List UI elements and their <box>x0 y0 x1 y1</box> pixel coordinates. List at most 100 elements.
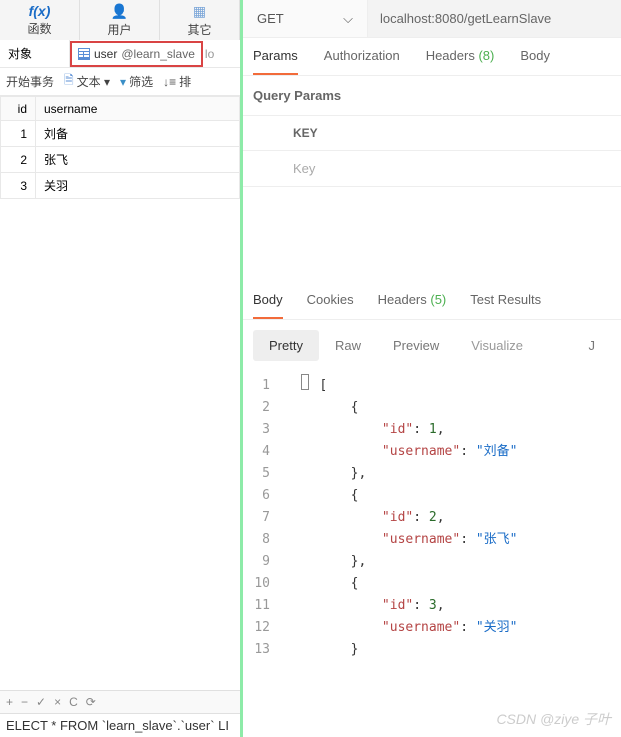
text-cursor <box>301 374 309 390</box>
code-content: { <box>288 485 358 507</box>
table-name: user <box>94 47 117 61</box>
sql-status-bar: +−✓ × C ⟳ ELECT * FROM `learn_slave`.`user`… <box>0 690 240 737</box>
tab-users[interactable]: 👤 用户 <box>80 0 160 40</box>
code-line: 5 }, <box>243 463 621 485</box>
tab-users-label: 用户 <box>107 21 131 38</box>
code-line: 3 "id": 1, <box>243 419 621 441</box>
cell-id[interactable]: 1 <box>1 121 36 147</box>
resp-tab-cookies[interactable]: Cookies <box>307 292 354 319</box>
filter-button[interactable]: ▾ 筛选 <box>120 73 153 90</box>
col-header-id[interactable]: id <box>1 97 36 121</box>
line-number: 9 <box>243 551 288 573</box>
view-mode-tabs: Pretty Raw Preview Visualize J <box>243 320 621 371</box>
line-number: 13 <box>243 639 288 661</box>
line-number: 1 <box>243 375 288 397</box>
grid-icon: ▦ <box>193 3 206 20</box>
code-content: }, <box>288 463 366 485</box>
url-input[interactable]: localhost:8080/getLearnSlave <box>368 0 621 37</box>
text-label: 文本 ▾ <box>77 73 110 90</box>
table-row[interactable]: 1刘备 <box>1 121 240 147</box>
sql-action-icon[interactable]: × <box>54 695 61 709</box>
document-icon: 🗎 <box>64 71 74 92</box>
cell-id[interactable]: 3 <box>1 173 36 199</box>
line-number: 2 <box>243 397 288 419</box>
cell-username[interactable]: 张飞 <box>36 147 240 173</box>
headers-label: Headers <box>426 48 475 63</box>
table-row[interactable]: 2张飞 <box>1 147 240 173</box>
sql-action-icon[interactable]: ⟳ <box>86 695 96 709</box>
code-line: 6 { <box>243 485 621 507</box>
view-json-format[interactable]: J <box>573 330 612 361</box>
cell-id[interactable]: 2 <box>1 147 36 173</box>
resp-tab-body[interactable]: Body <box>253 292 283 319</box>
resp-headers-count: (5) <box>430 292 446 307</box>
resp-tab-headers[interactable]: Headers (5) <box>378 292 447 319</box>
text-mode-button[interactable]: 🗎 文本 ▾ <box>64 71 110 92</box>
sort-icon: ↓≡ <box>163 75 176 89</box>
code-line: 4 "username": "刘备" <box>243 441 621 463</box>
code-content: }, <box>288 551 366 573</box>
code-content: } <box>288 639 358 661</box>
sql-text: ELECT * FROM `learn_slave`.`user` LI <box>0 713 240 737</box>
table-row[interactable]: 3关羽 <box>1 173 240 199</box>
fx-icon: f(x) <box>29 3 51 19</box>
code-line: 11 "id": 3, <box>243 595 621 617</box>
funnel-icon: ▾ <box>120 75 126 89</box>
db-name: @learn_slave <box>121 47 195 61</box>
line-number: 12 <box>243 617 288 639</box>
headers-count: (8) <box>478 48 494 63</box>
line-number: 11 <box>243 595 288 617</box>
object-tab[interactable]: 对象 <box>0 40 70 67</box>
line-number: 7 <box>243 507 288 529</box>
line-number: 5 <box>243 463 288 485</box>
code-content: { <box>288 397 358 419</box>
view-pretty[interactable]: Pretty <box>253 330 319 361</box>
col-header-username[interactable]: username <box>36 97 240 121</box>
tab-other[interactable]: ▦ 其它 <box>160 0 240 40</box>
code-content: "id": 1, <box>288 419 445 441</box>
view-preview[interactable]: Preview <box>377 330 455 361</box>
data-grid[interactable]: id username 1刘备2张飞3关羽 <box>0 96 240 199</box>
tab-authorization[interactable]: Authorization <box>324 48 400 75</box>
view-visualize[interactable]: Visualize <box>455 330 539 361</box>
resp-headers-label: Headers <box>378 292 427 307</box>
tab-headers[interactable]: Headers (8) <box>426 48 495 75</box>
sql-action-icon[interactable]: ✓ <box>36 695 46 709</box>
sql-action-icon[interactable]: + <box>6 695 13 709</box>
cell-username[interactable]: 关羽 <box>36 173 240 199</box>
request-tabs: Params Authorization Headers (8) Body <box>243 38 621 76</box>
postman-panel: GET ⌵ localhost:8080/getLearnSlave Param… <box>243 0 621 737</box>
kv-header-key: KEY <box>243 115 621 151</box>
code-line: 12 "username": "关羽" <box>243 617 621 639</box>
code-content: { <box>288 573 358 595</box>
code-line: 13 } <box>243 639 621 661</box>
tab-functions[interactable]: f(x) 函数 <box>0 0 80 40</box>
code-line: 8 "username": "张飞" <box>243 529 621 551</box>
tab-body[interactable]: Body <box>520 48 550 75</box>
begin-transaction-button[interactable]: 开始事务 <box>6 73 54 90</box>
query-params-title: Query Params <box>243 76 621 115</box>
user-icon: 👤 <box>111 3 128 20</box>
response-body-code[interactable]: 1 [2 {3 "id": 1,4 "username": "刘备"5 },6 … <box>243 371 621 665</box>
line-number: 8 <box>243 529 288 551</box>
code-line: 7 "id": 2, <box>243 507 621 529</box>
tab-params[interactable]: Params <box>253 48 298 75</box>
database-panel: f(x) 函数 👤 用户 ▦ 其它 对象 user @learn_slave <box>0 0 243 737</box>
http-method-select[interactable]: GET ⌵ <box>243 0 368 37</box>
cell-username[interactable]: 刘备 <box>36 121 240 147</box>
code-content: "id": 3, <box>288 595 445 617</box>
tab-functions-label: 函数 <box>27 20 51 37</box>
resp-tab-testresults[interactable]: Test Results <box>470 292 541 319</box>
sql-action-icon[interactable]: C <box>69 695 78 709</box>
active-table-tab[interactable]: user @learn_slave <box>70 41 203 67</box>
view-raw[interactable]: Raw <box>319 330 377 361</box>
line-number: 3 <box>243 419 288 441</box>
data-toolbar: 开始事务 🗎 文本 ▾ ▾ 筛选 ↓≡ 排 <box>0 68 240 96</box>
sql-action-icon[interactable]: − <box>21 695 28 709</box>
sort-button[interactable]: ↓≡ 排 <box>163 73 191 90</box>
watermark: CSDN @ziye 子叶 <box>496 709 611 729</box>
sort-label: 排 <box>179 73 191 90</box>
tab-other-label: 其它 <box>187 21 211 38</box>
line-number: 10 <box>243 573 288 595</box>
kv-input-row[interactable]: Key <box>243 151 621 187</box>
